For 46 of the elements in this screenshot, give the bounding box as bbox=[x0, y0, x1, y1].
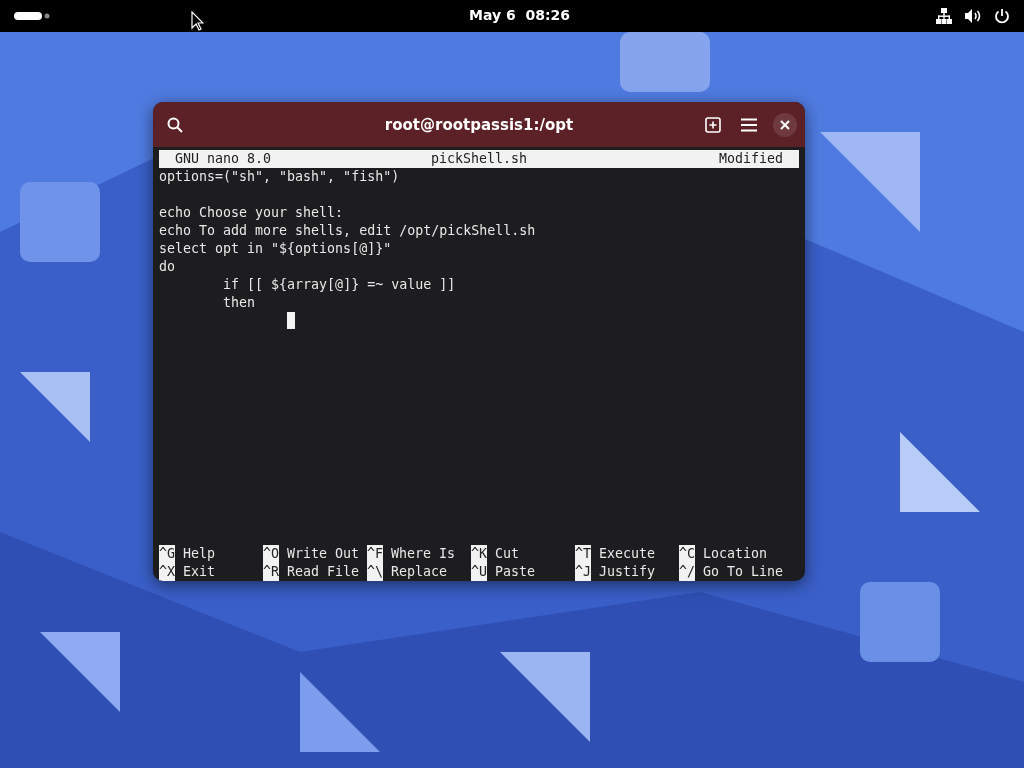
window-title: root@rootpassis1:/opt bbox=[383, 115, 575, 134]
clock[interactable]: May 6 08:26 bbox=[469, 7, 570, 23]
menu-icon bbox=[741, 117, 757, 132]
file-name: pickShell.sh bbox=[430, 150, 528, 168]
shortcut-label: Paste bbox=[495, 563, 536, 581]
shortcut-label: Exit bbox=[183, 563, 216, 581]
shortcut-key: ^G bbox=[159, 545, 175, 563]
shortcut-key: ^U bbox=[471, 563, 487, 581]
shortcut-key: ^/ bbox=[679, 563, 695, 581]
shortcut-label: Cut bbox=[495, 545, 520, 563]
code-line: options=("sh", "bash", "fish") bbox=[159, 169, 400, 184]
shortcut-label: Read File bbox=[287, 563, 360, 581]
code-line: do bbox=[159, 259, 175, 274]
nano-version: GNU nano 8.0 bbox=[175, 150, 273, 168]
modified-status: Modified bbox=[717, 150, 783, 168]
shortcut-label: Go To Line bbox=[703, 563, 784, 581]
text-cursor bbox=[287, 312, 295, 329]
power-icon[interactable] bbox=[994, 8, 1010, 24]
shortcut-label: Justify bbox=[599, 563, 656, 581]
close-icon bbox=[780, 119, 790, 130]
shortcut-key: ^\ bbox=[367, 563, 383, 581]
code-line: select opt in "${options[@]}" bbox=[159, 241, 392, 256]
activities-indicator-icon[interactable] bbox=[14, 11, 50, 21]
shortcut-key: ^J bbox=[575, 563, 591, 581]
volume-icon[interactable] bbox=[964, 8, 982, 24]
code-line: echo Choose your shell: bbox=[159, 205, 344, 220]
code-line: if [[ ${array[@]} =~ value ]] bbox=[222, 277, 456, 292]
shortcut-key: ^O bbox=[263, 545, 279, 563]
network-icon[interactable] bbox=[936, 8, 952, 24]
search-icon bbox=[167, 116, 183, 133]
shortcut-key: ^R bbox=[263, 563, 279, 581]
shortcut-label: Write Out bbox=[287, 545, 360, 563]
code-line: echo To add more shells, edit /opt/pickShell.sh bbox=[159, 223, 536, 238]
shortcut-label: Replace bbox=[391, 563, 448, 581]
shortcut-key: ^C bbox=[679, 545, 695, 563]
shortcut-key: ^F bbox=[367, 545, 383, 563]
code-line: then bbox=[222, 295, 256, 310]
shortcut-key: ^T bbox=[575, 545, 591, 563]
shortcut-label: Execute bbox=[599, 545, 656, 563]
shortcut-label: Location bbox=[703, 545, 768, 563]
shortcut-key: ^X bbox=[159, 563, 175, 581]
shortcut-label: Help bbox=[183, 545, 216, 563]
shortcut-label: Where Is bbox=[391, 545, 456, 563]
shortcut-key: ^K bbox=[471, 545, 487, 563]
close-button[interactable] bbox=[773, 112, 797, 137]
plus-icon bbox=[705, 116, 721, 133]
